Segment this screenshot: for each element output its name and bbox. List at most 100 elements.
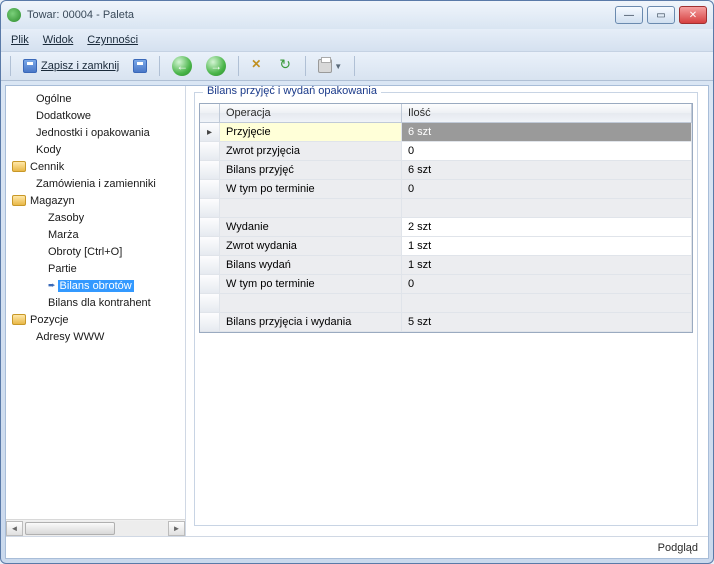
close-button[interactable]: ✕ <box>679 6 707 24</box>
grid-header-operation[interactable]: Operacja <box>220 104 402 122</box>
grid-header: Operacja Ilość <box>200 104 692 123</box>
row-marker: ▸ <box>200 123 220 141</box>
tree-item-label: Marża <box>48 229 79 241</box>
cell-quantity: 1 szt <box>402 237 692 255</box>
menu-actions[interactable]: Czynności <box>87 34 138 46</box>
grid-row[interactable]: Bilans przyjęcia i wydania5 szt <box>200 313 692 332</box>
row-marker <box>200 180 220 198</box>
cell-quantity: 0 <box>402 180 692 198</box>
tree-item[interactable]: Partie <box>6 260 185 277</box>
window-title: Towar: 00004 - Paleta <box>27 9 615 21</box>
scroll-right-button[interactable]: ► <box>168 521 185 536</box>
nav-forward-button[interactable]: → <box>201 55 231 77</box>
nav-tree[interactable]: Ogólne DodatkoweJednostki i opakowaniaKod… <box>6 86 185 519</box>
tree-item[interactable]: Marża <box>6 226 185 243</box>
row-marker <box>200 313 220 331</box>
cell-operation <box>220 294 402 312</box>
row-marker <box>200 294 220 312</box>
cell-operation: Wydanie <box>220 218 402 236</box>
tree-item[interactable]: Zasoby <box>6 209 185 226</box>
grid-row[interactable]: Zwrot przyjęcia0 <box>200 142 692 161</box>
body: Ogólne DodatkoweJednostki i opakowaniaKod… <box>5 85 709 559</box>
app-window: Towar: 00004 - Paleta — ▭ ✕ Plik Widok C… <box>0 0 714 564</box>
tree-item-label: Ogólne <box>36 93 71 105</box>
folder-icon <box>12 195 26 206</box>
print-button[interactable]: ▼ <box>313 55 347 77</box>
folder-icon <box>12 161 26 172</box>
refresh-icon <box>279 59 293 73</box>
row-marker <box>200 237 220 255</box>
row-marker <box>200 161 220 179</box>
scroll-left-button[interactable]: ◄ <box>6 521 23 536</box>
refresh-button[interactable] <box>274 55 298 77</box>
tree-item-label: Obroty [Ctrl+O] <box>48 246 122 258</box>
row-marker <box>200 199 220 217</box>
row-marker <box>200 256 220 274</box>
grid-row[interactable]: ▸Przyjęcie6 szt <box>200 123 692 142</box>
cell-quantity: 0 <box>402 275 692 293</box>
tree-item[interactable]: Zamówienia i zamienniki <box>6 175 185 192</box>
disk-icon <box>133 59 147 73</box>
maximize-button[interactable]: ▭ <box>647 6 675 24</box>
grid-row[interactable] <box>200 199 692 218</box>
grid-header-marker[interactable] <box>200 104 220 122</box>
grid-row[interactable]: W tym po terminie0 <box>200 180 692 199</box>
grid-row[interactable]: W tym po terminie0 <box>200 275 692 294</box>
tree-item[interactable]: Kody <box>6 141 185 158</box>
folder-icon <box>12 314 26 325</box>
tree-item[interactable]: ➨Bilans obrotów <box>6 277 185 294</box>
cell-quantity: 0 <box>402 142 692 160</box>
cell-quantity: 2 szt <box>402 218 692 236</box>
tree-item[interactable]: Jednostki i opakowania <box>6 124 185 141</box>
grid-header-quantity[interactable]: Ilość <box>402 104 692 122</box>
main-panel: Bilans przyjęć i wydań opakowania Operac… <box>186 86 708 536</box>
titlebar[interactable]: Towar: 00004 - Paleta — ▭ ✕ <box>1 1 713 29</box>
arrow-left-icon: ← <box>172 56 192 76</box>
grid-row[interactable]: Wydanie2 szt <box>200 218 692 237</box>
menubar: Plik Widok Czynności <box>1 29 713 51</box>
tree-item-label: Zasoby <box>48 212 84 224</box>
tree-hscrollbar[interactable]: ◄ ► <box>6 519 185 536</box>
tools-button[interactable] <box>246 55 270 77</box>
tree-folder[interactable]: Magazyn <box>6 192 185 209</box>
scroll-thumb[interactable] <box>25 522 115 535</box>
tree-folder[interactable]: Pozycje <box>6 311 185 328</box>
menu-file[interactable]: Plik <box>11 34 29 46</box>
tree-item-label: Cennik <box>30 161 64 173</box>
cell-quantity: 5 szt <box>402 313 692 331</box>
tree-item[interactable]: Ogólne <box>6 90 185 107</box>
toolbar: Zapisz i zamknij ← → ▼ <box>1 51 713 81</box>
cell-operation: Bilans wydań <box>220 256 402 274</box>
tools-icon <box>251 59 265 73</box>
cell-operation: Przyjęcie <box>220 123 402 141</box>
app-icon <box>7 8 21 22</box>
cell-operation: W tym po terminie <box>220 275 402 293</box>
tree-item[interactable]: Adresy WWW <box>6 328 185 345</box>
grid-row[interactable]: Bilans wydań1 szt <box>200 256 692 275</box>
grid-row[interactable]: Zwrot wydania1 szt <box>200 237 692 256</box>
chevron-down-icon: ▼ <box>334 62 342 71</box>
cell-operation: Bilans przyjęć <box>220 161 402 179</box>
grid-row[interactable] <box>200 294 692 313</box>
tree-item-label: Pozycje <box>30 314 69 326</box>
tree-item[interactable]: Dodatkowe <box>6 107 185 124</box>
cell-quantity: 1 szt <box>402 256 692 274</box>
window-controls: — ▭ ✕ <box>615 6 707 24</box>
grid-row[interactable]: Bilans przyjęć6 szt <box>200 161 692 180</box>
cell-operation: Bilans przyjęcia i wydania <box>220 313 402 331</box>
tree-item-label: Partie <box>48 263 77 275</box>
tree-folder[interactable]: Cennik <box>6 158 185 175</box>
cell-quantity: 6 szt <box>402 161 692 179</box>
nav-back-button[interactable]: ← <box>167 55 197 77</box>
row-marker <box>200 218 220 236</box>
save-button[interactable] <box>128 55 152 77</box>
row-marker <box>200 275 220 293</box>
cell-quantity <box>402 199 692 217</box>
minimize-button[interactable]: — <box>615 6 643 24</box>
tree-item[interactable]: Bilans dla kontrahent <box>6 294 185 311</box>
scroll-track[interactable] <box>23 521 168 536</box>
save-close-button[interactable]: Zapisz i zamknij <box>18 55 124 77</box>
balance-grid[interactable]: Operacja Ilość ▸Przyjęcie6 sztZwrot przy… <box>199 103 693 333</box>
tree-item[interactable]: Obroty [Ctrl+O] <box>6 243 185 260</box>
menu-view[interactable]: Widok <box>43 34 74 46</box>
